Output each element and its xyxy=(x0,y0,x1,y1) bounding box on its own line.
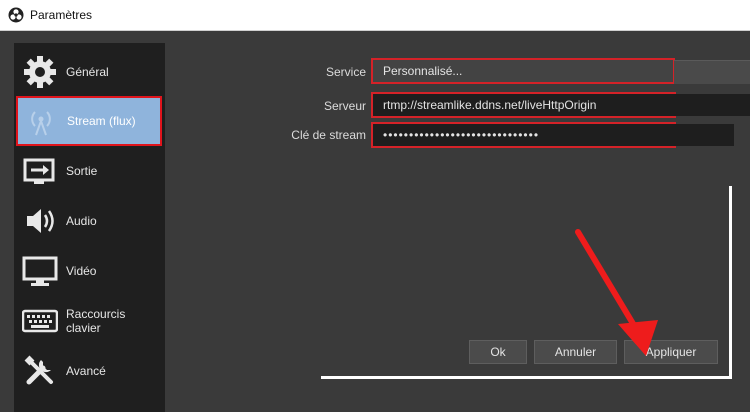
server-input-extension[interactable] xyxy=(674,94,750,116)
speaker-icon xyxy=(22,203,58,239)
title-bar: Paramètres xyxy=(0,0,750,31)
settings-sidebar: Général Stream (flux) Sortie Audio Vidéo… xyxy=(14,43,165,412)
keyboard-icon xyxy=(22,303,58,339)
broadcast-icon xyxy=(23,103,59,139)
stream-key-input-extension[interactable] xyxy=(674,124,734,146)
sidebar-item-label: Général xyxy=(66,65,109,79)
red-arrow-annotation xyxy=(575,229,658,356)
sidebar-item-video[interactable]: Vidéo xyxy=(16,246,162,296)
service-select-extension[interactable] xyxy=(674,60,750,84)
sidebar-item-label: Stream (flux) xyxy=(67,114,136,128)
sidebar-item-general[interactable]: Général xyxy=(16,47,162,97)
sidebar-item-label: Sortie xyxy=(66,164,98,178)
sidebar-item-label: Avancé xyxy=(66,364,106,378)
annotation-frame-bottom xyxy=(321,376,732,379)
tools-icon xyxy=(22,353,58,389)
sidebar-item-label: Raccourcis clavier xyxy=(66,307,126,335)
sidebar-item-advanced[interactable]: Avancé xyxy=(16,346,162,396)
service-select[interactable]: Personnalisé... xyxy=(371,58,675,84)
sidebar-item-output[interactable]: Sortie xyxy=(16,146,162,196)
window-title: Paramètres xyxy=(30,8,93,22)
stream-key-input[interactable]: •••••••••••••••••••••••••••••• xyxy=(371,122,676,148)
server-input[interactable]: rtmp://streamlike.ddns.net/liveHttpOrigi… xyxy=(371,92,676,118)
sidebar-item-stream[interactable]: Stream (flux) xyxy=(16,96,162,146)
monitor-icon xyxy=(22,253,58,289)
sidebar-item-hotkeys[interactable]: Raccourcis clavier xyxy=(16,296,162,346)
server-label: Serveur xyxy=(323,99,366,113)
obs-logo-icon xyxy=(8,7,24,23)
annotation-frame-right xyxy=(729,186,732,379)
ok-button[interactable]: Ok xyxy=(469,340,527,364)
sidebar-item-audio[interactable]: Audio xyxy=(16,196,162,246)
sidebar-item-label: Vidéo xyxy=(66,264,97,278)
stream-key-label: Clé de stream xyxy=(291,128,366,142)
gear-icon xyxy=(22,54,58,90)
service-label: Service xyxy=(325,65,366,79)
sidebar-item-label: Audio xyxy=(66,214,97,228)
output-icon xyxy=(22,153,58,189)
